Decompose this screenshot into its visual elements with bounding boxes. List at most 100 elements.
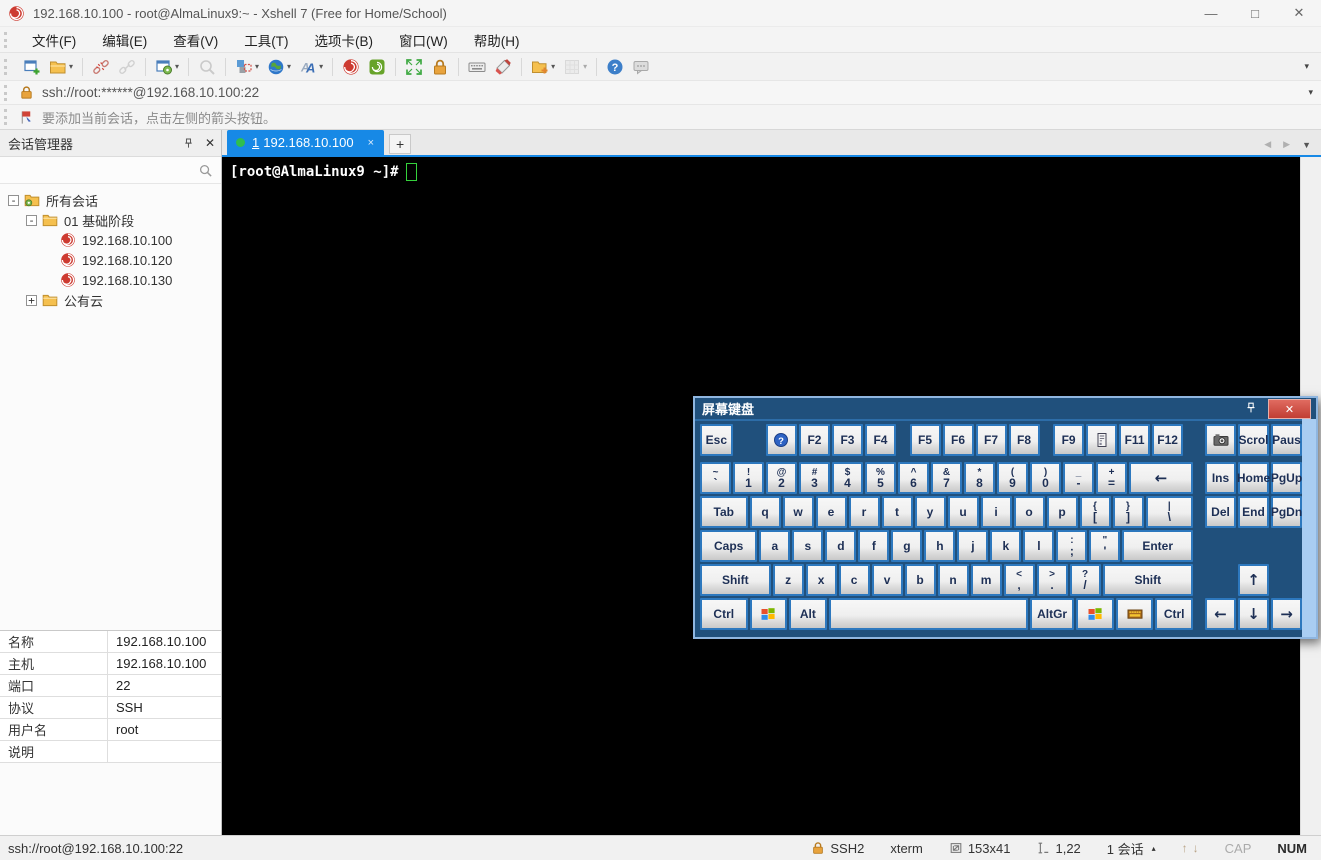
- key-9[interactable]: (9: [997, 462, 1028, 494]
- lock-screen-button[interactable]: [428, 55, 452, 79]
- key-shift-left[interactable]: Shift: [700, 564, 771, 596]
- key-f6[interactable]: F6: [942, 424, 974, 456]
- new-file-transfer-button[interactable]: ▾: [528, 55, 558, 79]
- tab-scroll-left-icon[interactable]: ◀: [1264, 139, 1271, 150]
- key-arrow-up[interactable]: ↑: [1238, 564, 1269, 596]
- key-f1[interactable]: ?: [765, 424, 797, 456]
- key-f11[interactable]: F11: [1119, 424, 1151, 456]
- key-esc[interactable]: Esc: [700, 424, 733, 456]
- key-altgr[interactable]: AltGr: [1029, 598, 1075, 630]
- key-capslock[interactable]: Caps: [700, 530, 758, 562]
- key-f7[interactable]: F7: [975, 424, 1007, 456]
- key-pageup[interactable]: PgUp: [1271, 462, 1302, 494]
- key-g[interactable]: g: [891, 530, 923, 562]
- key-5[interactable]: % 5: [865, 462, 896, 494]
- tree-item-stage-folder[interactable]: - 01 基础阶段: [0, 210, 221, 230]
- key-3[interactable]: #3: [799, 462, 830, 494]
- key-equals[interactable]: + =: [1096, 462, 1127, 494]
- key-prtscn[interactable]: [1205, 424, 1236, 456]
- address-url[interactable]: ssh://root:******@192.168.10.100:22: [42, 85, 259, 100]
- dropdown-arrow-icon[interactable]: ▾: [551, 62, 555, 71]
- key-ctrl-left[interactable]: Ctrl: [700, 598, 748, 630]
- key-w[interactable]: w: [782, 496, 814, 528]
- tree-expand-icon[interactable]: +: [26, 294, 37, 306]
- key-pagedown[interactable]: PgDn: [1271, 496, 1302, 528]
- compose-layout-button[interactable]: ▾: [232, 55, 262, 79]
- key-a[interactable]: a: [759, 530, 791, 562]
- key-enter[interactable]: Enter: [1122, 530, 1193, 562]
- menu-window[interactable]: 窗口(W): [386, 27, 461, 52]
- tree-item-192-168-10-120[interactable]: 192.168.10.120: [0, 250, 221, 270]
- key-f12[interactable]: F12: [1152, 424, 1184, 456]
- tree-item-192-168-10-130[interactable]: 192.168.10.130: [0, 270, 221, 290]
- help-button[interactable]: ?: [603, 55, 627, 79]
- key-bracket-open[interactable]: {[: [1079, 496, 1111, 528]
- key-win-left[interactable]: [749, 598, 788, 630]
- menu-help[interactable]: 帮助(H): [461, 27, 533, 52]
- key-ctrl-right[interactable]: Ctrl: [1155, 598, 1193, 630]
- addressbar-grip[interactable]: [4, 84, 11, 101]
- key-b[interactable]: b: [904, 564, 936, 596]
- close-button[interactable]: ✕: [1277, 0, 1321, 26]
- key-s[interactable]: s: [792, 530, 824, 562]
- key-u[interactable]: u: [947, 496, 979, 528]
- xshell-button[interactable]: [339, 55, 363, 79]
- keyboard-titlebar[interactable]: 屏幕键盘 ✕: [695, 398, 1316, 421]
- key-f2[interactable]: F2: [798, 424, 830, 456]
- key-semicolon[interactable]: :;: [1056, 530, 1088, 562]
- key-backslash[interactable]: | \: [1145, 496, 1193, 528]
- key-y[interactable]: y: [914, 496, 946, 528]
- tab-list-dropdown-icon[interactable]: ▼: [1302, 140, 1311, 150]
- menu-tabs[interactable]: 选项卡(B): [302, 27, 387, 52]
- key-i[interactable]: i: [980, 496, 1012, 528]
- panel-close-icon[interactable]: ✕: [205, 136, 215, 150]
- font-button[interactable]: A A ▾: [296, 55, 326, 79]
- key-scroll-lock[interactable]: Scrol: [1238, 424, 1269, 456]
- key-4[interactable]: $4: [832, 462, 863, 494]
- key-h[interactable]: h: [924, 530, 956, 562]
- menu-view[interactable]: 查看(V): [160, 27, 231, 52]
- infobar-grip[interactable]: [4, 109, 11, 125]
- web-browser-button[interactable]: ▾: [264, 55, 294, 79]
- status-protocol[interactable]: SSH2: [811, 841, 864, 856]
- key-t[interactable]: t: [881, 496, 913, 528]
- key-win-right[interactable]: [1076, 598, 1114, 630]
- key-f5[interactable]: F5: [909, 424, 941, 456]
- onscreen-keyboard-button[interactable]: [465, 55, 489, 79]
- key-7[interactable]: & 7: [931, 462, 962, 494]
- key-f10[interactable]: [1086, 424, 1118, 456]
- key-tab[interactable]: Tab: [700, 496, 748, 528]
- scroll-down-icon[interactable]: ↓: [1193, 841, 1199, 855]
- status-screen-size[interactable]: 153x41: [949, 841, 1010, 856]
- key-r[interactable]: r: [848, 496, 880, 528]
- key-o[interactable]: o: [1013, 496, 1045, 528]
- key-apostrophe[interactable]: " ': [1089, 530, 1121, 562]
- key-q[interactable]: q: [749, 496, 781, 528]
- toolbar-overflow-icon[interactable]: ▾: [1304, 61, 1317, 72]
- tab-close-icon[interactable]: ×: [368, 137, 374, 149]
- key-bracket-close[interactable]: }]: [1112, 496, 1144, 528]
- num-lock-indicator[interactable]: NUM: [1277, 841, 1307, 856]
- session-list-dropdown-icon[interactable]: ▴: [1152, 844, 1156, 853]
- key-m[interactable]: m: [970, 564, 1002, 596]
- key-1[interactable]: ! 1: [733, 462, 764, 494]
- session-properties-button[interactable]: ▾: [152, 55, 182, 79]
- key-shift-right[interactable]: Shift: [1102, 564, 1193, 596]
- tree-item-192-168-10-100[interactable]: 192.168.10.100: [0, 230, 221, 250]
- dropdown-arrow-icon[interactable]: ▾: [287, 62, 291, 71]
- key-e[interactable]: e: [815, 496, 847, 528]
- keyboard-close-button[interactable]: ✕: [1268, 399, 1311, 419]
- key-f9[interactable]: F9: [1053, 424, 1085, 456]
- key-backquote[interactable]: ~ `: [700, 462, 731, 494]
- status-cursor-position[interactable]: 1,22: [1036, 841, 1081, 856]
- tab-scroll-right-icon[interactable]: ▶: [1283, 139, 1290, 150]
- new-session-button[interactable]: [20, 55, 44, 79]
- key-f3[interactable]: F3: [831, 424, 863, 456]
- dropdown-arrow-icon[interactable]: ▾: [255, 62, 259, 71]
- dropdown-arrow-icon[interactable]: ▾: [175, 62, 179, 71]
- dropdown-arrow-icon[interactable]: ▾: [319, 62, 323, 71]
- status-terminal-type[interactable]: xterm: [890, 841, 923, 856]
- feedback-button[interactable]: [629, 55, 653, 79]
- key-period[interactable]: >.: [1036, 564, 1068, 596]
- key-l[interactable]: l: [1023, 530, 1055, 562]
